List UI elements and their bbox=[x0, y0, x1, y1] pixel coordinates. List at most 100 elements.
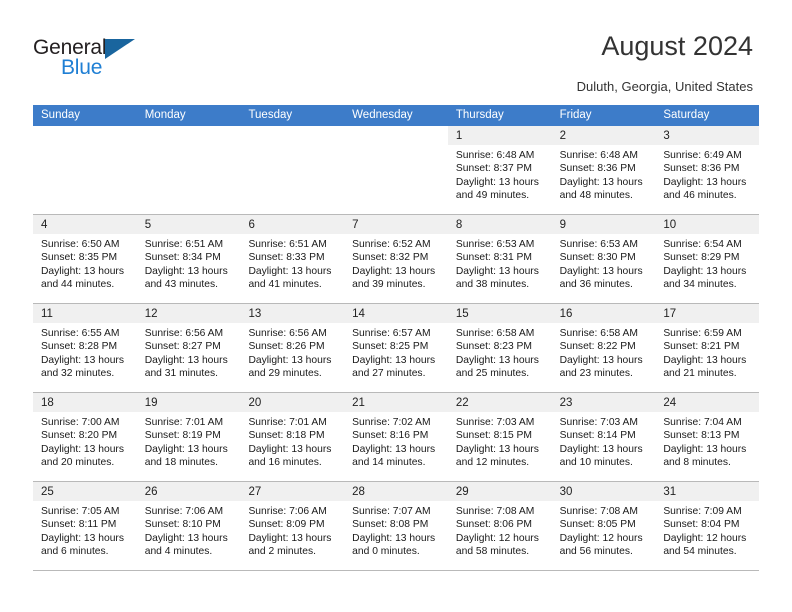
day-number: 26 bbox=[144, 486, 158, 498]
daylight-text-2: and 23 minutes. bbox=[559, 368, 633, 380]
sunset-text: Sunset: 8:37 PM bbox=[455, 163, 533, 175]
day-cell[interactable]: 3 Sunrise: 6:49 AM Sunset: 8:36 PM Dayli… bbox=[655, 126, 760, 214]
day-cell[interactable]: 31 Sunrise: 7:09 AM Sunset: 8:04 PM Dayl… bbox=[655, 482, 760, 570]
sunrise-text: Sunrise: 7:08 AM bbox=[455, 506, 535, 517]
daylight-text-2: and 56 minutes. bbox=[559, 546, 633, 558]
day-cell[interactable]: 23 Sunrise: 7:03 AM Sunset: 8:14 PM Dayl… bbox=[551, 393, 656, 481]
day-cell[interactable]: 7 Sunrise: 6:52 AM Sunset: 8:32 PM Dayli… bbox=[344, 215, 448, 303]
weekday-header-row: Sunday Monday Tuesday Wednesday Thursday… bbox=[33, 105, 759, 126]
day-cell[interactable]: 24 Sunrise: 7:04 AM Sunset: 8:13 PM Dayl… bbox=[655, 393, 760, 481]
sunset-text: Sunset: 8:25 PM bbox=[352, 341, 429, 353]
day-number: 11 bbox=[41, 308, 53, 320]
day-cell[interactable]: 5 Sunrise: 6:51 AM Sunset: 8:34 PM Dayli… bbox=[136, 215, 241, 303]
day-cell[interactable]: 2 Sunrise: 6:48 AM Sunset: 8:36 PM Dayli… bbox=[551, 126, 656, 214]
day-cell[interactable]: 10 Sunrise: 6:54 AM Sunset: 8:29 PM Dayl… bbox=[655, 215, 760, 303]
day-cell[interactable]: 19 Sunrise: 7:01 AM Sunset: 8:19 PM Dayl… bbox=[136, 393, 241, 481]
day-cell[interactable]: 14 Sunrise: 6:57 AM Sunset: 8:25 PM Dayl… bbox=[344, 304, 448, 392]
sunset-text: Sunset: 8:21 PM bbox=[663, 341, 740, 353]
daylight-text-1: Daylight: 12 hours bbox=[559, 532, 643, 544]
sunset-text: Sunset: 8:36 PM bbox=[559, 163, 636, 175]
day-cell-empty bbox=[240, 126, 344, 214]
daylight-text-1: Daylight: 13 hours bbox=[455, 354, 539, 366]
day-cell[interactable]: 11 Sunrise: 6:55 AM Sunset: 8:28 PM Dayl… bbox=[33, 304, 137, 392]
day-cell-empty bbox=[33, 126, 137, 214]
daylight-text-1: Daylight: 12 hours bbox=[455, 532, 539, 544]
daylight-text-1: Daylight: 13 hours bbox=[248, 532, 332, 544]
sunrise-text: Sunrise: 6:59 AM bbox=[663, 328, 742, 339]
day-cell[interactable]: 28 Sunrise: 7:07 AM Sunset: 8:08 PM Dayl… bbox=[344, 482, 448, 570]
day-info: Sunrise: 7:09 AM Sunset: 8:04 PM Dayligh… bbox=[655, 501, 759, 559]
sunrise-text: Sunrise: 6:57 AM bbox=[352, 328, 431, 339]
daylight-text-2: and 27 minutes. bbox=[352, 368, 426, 380]
sunset-text: Sunset: 8:29 PM bbox=[663, 252, 740, 264]
logo-triangle-icon bbox=[105, 39, 135, 59]
daylight-text-1: Daylight: 12 hours bbox=[663, 532, 747, 544]
day-info: Sunrise: 6:48 AM Sunset: 8:37 PM Dayligh… bbox=[448, 145, 552, 203]
day-number: 6 bbox=[248, 219, 255, 231]
day-number: 30 bbox=[559, 486, 573, 498]
day-number: 8 bbox=[455, 219, 463, 231]
day-cell[interactable]: 12 Sunrise: 6:56 AM Sunset: 8:27 PM Dayl… bbox=[136, 304, 241, 392]
weekday-sunday: Sunday bbox=[41, 109, 81, 121]
daylight-text-1: Daylight: 13 hours bbox=[455, 443, 539, 455]
day-number: 15 bbox=[455, 308, 469, 320]
day-cell[interactable]: 4 Sunrise: 6:50 AM Sunset: 8:35 PM Dayli… bbox=[33, 215, 137, 303]
day-cell[interactable]: 22 Sunrise: 7:03 AM Sunset: 8:15 PM Dayl… bbox=[447, 393, 552, 481]
daylight-text-1: Daylight: 13 hours bbox=[663, 265, 747, 277]
sunrise-text: Sunrise: 6:58 AM bbox=[455, 328, 535, 339]
day-info bbox=[240, 145, 344, 149]
day-number: 29 bbox=[455, 486, 469, 498]
day-info: Sunrise: 7:04 AM Sunset: 8:13 PM Dayligh… bbox=[655, 412, 759, 470]
daylight-text-2: and 32 minutes. bbox=[41, 368, 115, 380]
day-cell[interactable]: 27 Sunrise: 7:06 AM Sunset: 8:09 PM Dayl… bbox=[240, 482, 345, 570]
day-cell[interactable]: 25 Sunrise: 7:05 AM Sunset: 8:11 PM Dayl… bbox=[33, 482, 137, 570]
day-cell[interactable]: 16 Sunrise: 6:58 AM Sunset: 8:22 PM Dayl… bbox=[551, 304, 656, 392]
day-info: Sunrise: 7:05 AM Sunset: 8:11 PM Dayligh… bbox=[33, 501, 137, 559]
daylight-text-2: and 43 minutes. bbox=[144, 279, 218, 291]
daylight-text-2: and 16 minutes. bbox=[248, 457, 322, 469]
sunrise-text: Sunrise: 7:08 AM bbox=[559, 506, 639, 517]
sunrise-text: Sunrise: 7:05 AM bbox=[41, 506, 120, 517]
daylight-text-2: and 2 minutes. bbox=[248, 546, 316, 558]
weekday-saturday: Saturday bbox=[663, 109, 710, 121]
day-cell[interactable]: 21 Sunrise: 7:02 AM Sunset: 8:16 PM Dayl… bbox=[344, 393, 448, 481]
daylight-text-2: and 12 minutes. bbox=[455, 457, 530, 469]
page-header: General Blue August 2024 Duluth, Georgia… bbox=[0, 0, 792, 100]
general-blue-logo[interactable]: General Blue bbox=[33, 36, 163, 80]
sunset-text: Sunset: 8:05 PM bbox=[559, 519, 636, 531]
daylight-text-2: and 41 minutes. bbox=[248, 279, 322, 291]
day-cell[interactable]: 1 Sunrise: 6:48 AM Sunset: 8:37 PM Dayli… bbox=[447, 126, 552, 214]
day-info: Sunrise: 6:52 AM Sunset: 8:32 PM Dayligh… bbox=[344, 234, 448, 292]
day-cell[interactable]: 15 Sunrise: 6:58 AM Sunset: 8:23 PM Dayl… bbox=[447, 304, 552, 392]
day-cell[interactable]: 17 Sunrise: 6:59 AM Sunset: 8:21 PM Dayl… bbox=[655, 304, 760, 392]
day-cell[interactable]: 20 Sunrise: 7:01 AM Sunset: 8:18 PM Dayl… bbox=[240, 393, 345, 481]
sunrise-text: Sunrise: 6:55 AM bbox=[41, 328, 120, 339]
day-cell[interactable]: 6 Sunrise: 6:51 AM Sunset: 8:33 PM Dayli… bbox=[240, 215, 345, 303]
sunset-text: Sunset: 8:36 PM bbox=[663, 163, 740, 175]
daylight-text-1: Daylight: 13 hours bbox=[144, 354, 228, 366]
daylight-text-2: and 29 minutes. bbox=[248, 368, 322, 380]
day-number: 2 bbox=[559, 130, 566, 142]
daylight-text-2: and 4 minutes. bbox=[144, 546, 213, 558]
day-cell[interactable]: 26 Sunrise: 7:06 AM Sunset: 8:10 PM Dayl… bbox=[136, 482, 241, 570]
sunset-text: Sunset: 8:23 PM bbox=[455, 341, 533, 353]
daylight-text-1: Daylight: 13 hours bbox=[248, 443, 332, 455]
day-number: 13 bbox=[248, 308, 262, 320]
weekday-monday: Monday bbox=[144, 109, 186, 121]
day-number: 17 bbox=[663, 308, 677, 320]
day-number: 3 bbox=[663, 130, 670, 142]
day-cell[interactable]: 9 Sunrise: 6:53 AM Sunset: 8:30 PM Dayli… bbox=[551, 215, 656, 303]
day-info: Sunrise: 7:01 AM Sunset: 8:19 PM Dayligh… bbox=[137, 412, 241, 470]
sunrise-text: Sunrise: 6:51 AM bbox=[144, 239, 224, 250]
day-cell[interactable]: 8 Sunrise: 6:53 AM Sunset: 8:31 PM Dayli… bbox=[447, 215, 552, 303]
sunset-text: Sunset: 8:15 PM bbox=[455, 430, 533, 442]
day-cell[interactable]: 29 Sunrise: 7:08 AM Sunset: 8:06 PM Dayl… bbox=[447, 482, 552, 570]
day-cell[interactable]: 18 Sunrise: 7:00 AM Sunset: 8:20 PM Dayl… bbox=[33, 393, 137, 481]
day-cell[interactable]: 30 Sunrise: 7:08 AM Sunset: 8:05 PM Dayl… bbox=[551, 482, 656, 570]
day-cell[interactable]: 13 Sunrise: 6:56 AM Sunset: 8:26 PM Dayl… bbox=[240, 304, 345, 392]
daylight-text-1: Daylight: 13 hours bbox=[455, 176, 539, 188]
daylight-text-2: and 14 minutes. bbox=[352, 457, 426, 469]
daylight-text-1: Daylight: 13 hours bbox=[144, 443, 228, 455]
week-row: 25 Sunrise: 7:05 AM Sunset: 8:11 PM Dayl… bbox=[33, 482, 760, 571]
day-number: 31 bbox=[663, 486, 677, 498]
